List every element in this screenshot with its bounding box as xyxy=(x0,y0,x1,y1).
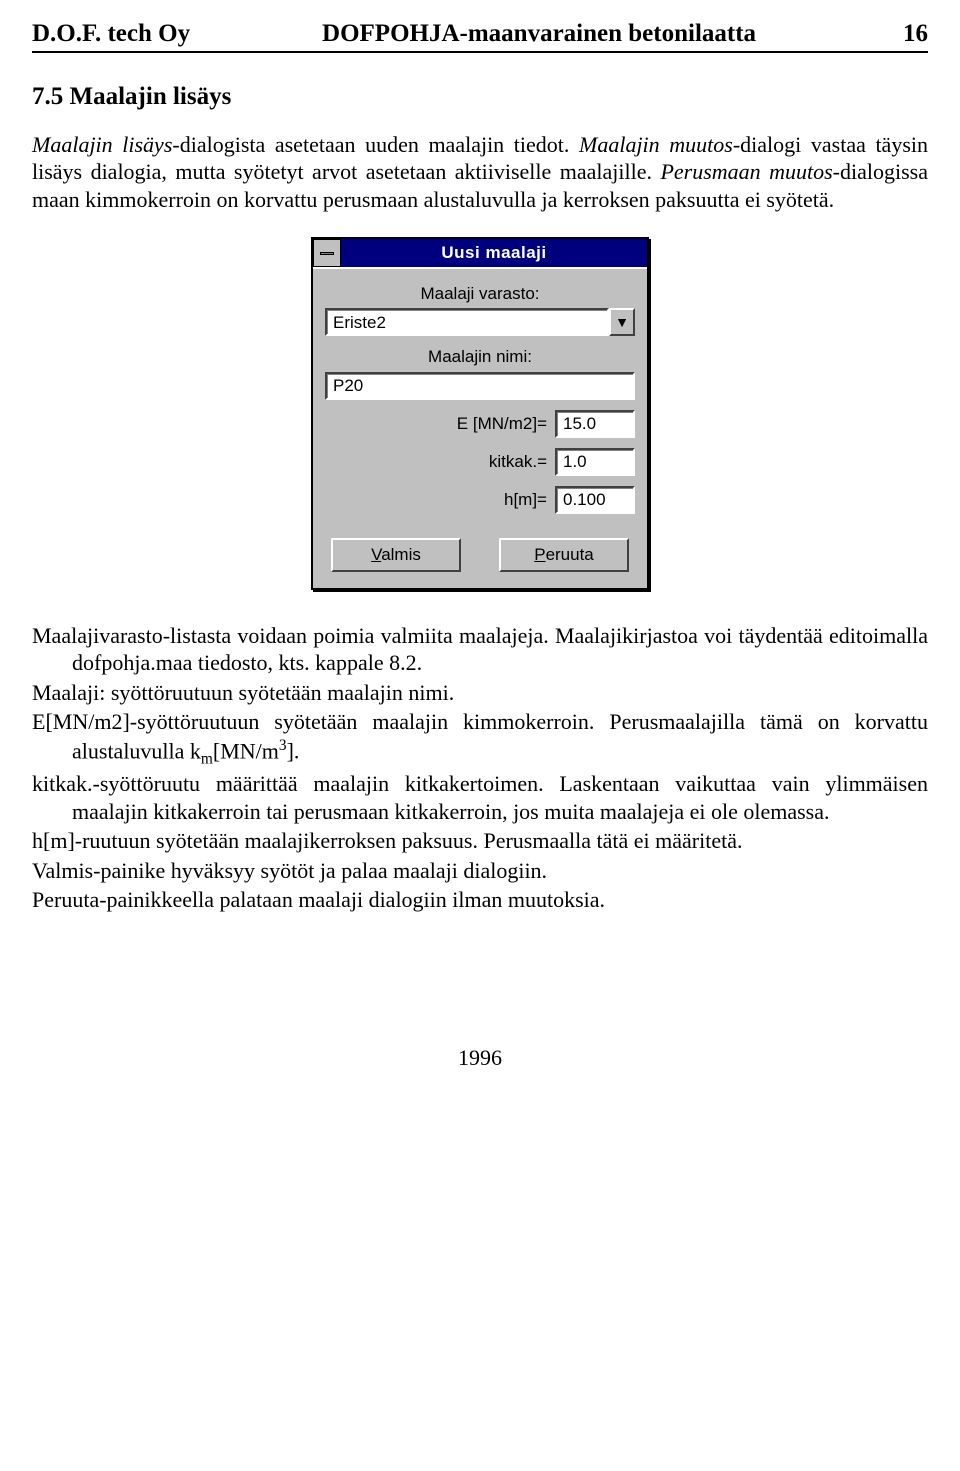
label-kitkak: kitkak.= xyxy=(489,451,547,472)
term-perusmaan-muutos: Perusmaan muutos xyxy=(660,159,832,184)
desc-maalajivarasto: Maalajivarasto-listasta voidaan poimia v… xyxy=(72,622,928,677)
input-e[interactable]: 15.0 xyxy=(555,410,635,438)
dialog-client-area: Maalaji varasto: Eriste2 ▼ Maalajin nimi… xyxy=(313,267,647,588)
input-kitkak[interactable]: 1.0 xyxy=(555,448,635,476)
desc-maalaji: Maalaji: syöttöruutuun syötetään maalaji… xyxy=(72,679,928,707)
page-header: D.O.F. tech Oy DOFPOHJA-maanvarainen bet… xyxy=(32,18,928,53)
label-maalajin-nimi: Maalajin nimi: xyxy=(325,346,635,367)
system-menu-icon[interactable] xyxy=(313,239,341,267)
term-maalajin-muutos: Maalajin muutos xyxy=(579,132,733,157)
section-title: 7.5 Maalajin lisäys xyxy=(32,81,928,112)
desc-kitkak: kitkak.-syöttöruutu määrittää maalajin k… xyxy=(72,770,928,825)
desc-h: h[m]-ruutuun syötetään maalajikerroksen … xyxy=(72,827,928,855)
desc-peruuta: Peruuta-painikkeella palataan maalaji di… xyxy=(72,886,928,914)
input-h[interactable]: 0.100 xyxy=(555,486,635,514)
combo-value[interactable]: Eriste2 xyxy=(325,308,609,336)
header-left: D.O.F. tech Oy xyxy=(32,18,190,49)
label-maalaji-varasto: Maalaji varasto: xyxy=(325,283,635,304)
dialog-title: Uusi maalaji xyxy=(341,242,647,263)
row-kitkak: kitkak.= 1.0 xyxy=(325,448,635,476)
row-e: E [MN/m2]= 15.0 xyxy=(325,410,635,438)
dialog-window: Uusi maalaji Maalaji varasto: Eriste2 ▼ … xyxy=(311,237,649,590)
header-center: DOFPOHJA-maanvarainen betonilaatta xyxy=(190,18,888,49)
peruuta-button[interactable]: Peruuta xyxy=(499,538,629,572)
dialog-button-row: Valmis Peruuta xyxy=(325,538,635,572)
row-h: h[m]= 0.100 xyxy=(325,486,635,514)
input-maalajin-nimi[interactable]: P20 xyxy=(325,372,635,400)
valmis-button[interactable]: Valmis xyxy=(331,538,461,572)
section-number: 7.5 xyxy=(32,83,63,110)
desc-valmis: Valmis-painike hyväksyy syötöt ja palaa … xyxy=(72,857,928,885)
label-e: E [MN/m2]= xyxy=(457,413,547,434)
section-heading: Maalajin lisäys xyxy=(70,83,232,110)
dialog-figure: Uusi maalaji Maalaji varasto: Eriste2 ▼ … xyxy=(32,237,928,590)
combo-maalaji-varasto[interactable]: Eriste2 ▼ xyxy=(325,308,635,336)
label-h: h[m]= xyxy=(504,489,547,510)
intro-paragraph: Maalajin lisäys-dialogista asetetaan uud… xyxy=(32,131,928,214)
term-maalajin-lisays: Maalajin lisäys xyxy=(32,132,172,157)
dialog-titlebar: Uusi maalaji xyxy=(313,239,647,267)
chevron-down-icon[interactable]: ▼ xyxy=(609,308,635,336)
desc-e: E[MN/m2]-syöttöruutuun syötetään maalaji… xyxy=(72,708,928,768)
footer-year: 1996 xyxy=(32,1044,928,1072)
description-block: Maalajivarasto-listasta voidaan poimia v… xyxy=(32,622,928,914)
header-page: 16 xyxy=(888,18,928,49)
